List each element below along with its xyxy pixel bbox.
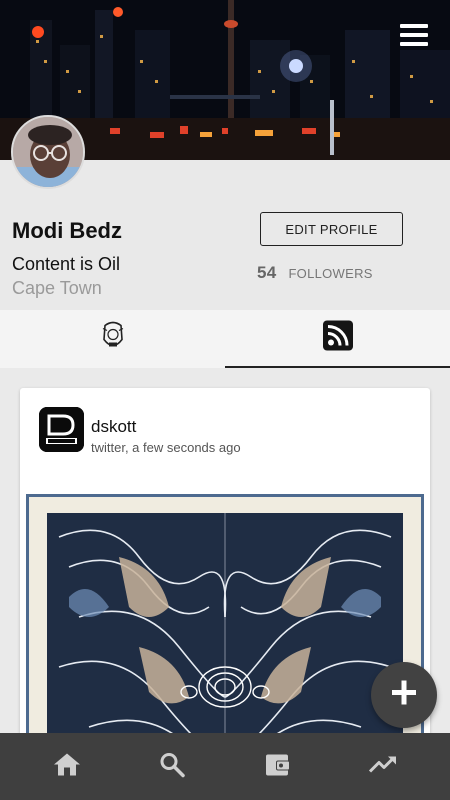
bottom-navigation [0,733,450,800]
post-username[interactable]: dskott [91,417,136,437]
trending-up-icon [368,754,398,779]
add-post-button[interactable] [371,662,437,728]
menu-icon[interactable] [400,24,428,46]
nav-search[interactable] [122,733,222,800]
search-icon [159,751,185,782]
followers-stat[interactable]: 54 FOLLOWERS [257,263,373,283]
nav-wallet[interactable] [228,733,328,800]
dskott-logo-icon [39,407,84,452]
profile-bio: Content is Oil [12,254,121,274]
nav-trending[interactable] [333,733,433,800]
abstract-art-graphic [29,497,421,733]
post-card[interactable]: dskott twitter, a few seconds ago [20,388,430,733]
edit-profile-button[interactable]: EDIT PROFILE [260,212,403,246]
post-image[interactable] [26,494,424,733]
home-icon [53,751,81,782]
profile-name: Modi Bedz [12,218,122,243]
wallet-icon [264,751,292,782]
profile-tabs [0,310,450,368]
tab-feed[interactable] [225,310,450,368]
followers-label: FOLLOWERS [288,266,373,281]
profile-avatar[interactable] [11,115,85,189]
crest-logo-icon [101,320,125,359]
post-meta: twitter, a few seconds ago [91,440,241,455]
followers-count: 54 [257,263,277,282]
plus-icon [391,680,417,711]
tab-crest[interactable] [0,310,225,368]
post-avatar[interactable] [39,407,84,452]
profile-location: Cape Town [12,278,102,298]
nav-home[interactable] [17,733,117,800]
rss-feed-icon [322,320,353,356]
